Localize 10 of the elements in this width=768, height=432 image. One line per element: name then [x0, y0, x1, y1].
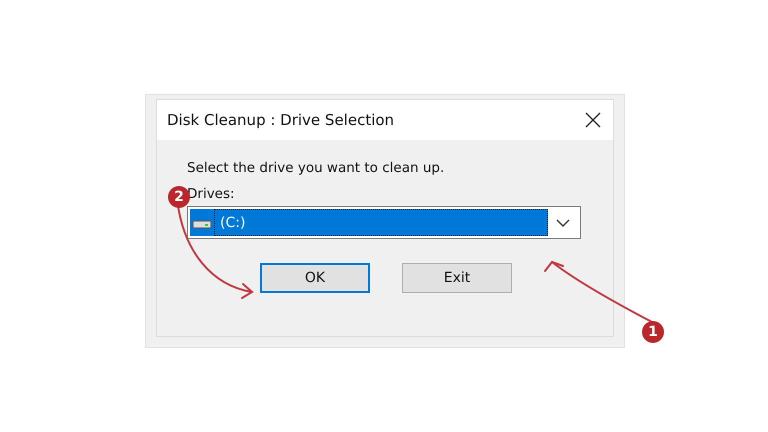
window-title: Disk Cleanup : Drive Selection	[167, 111, 394, 129]
drive-dropdown[interactable]: (C:)	[187, 206, 581, 239]
drive-icon	[190, 209, 214, 236]
exit-button[interactable]: Exit	[402, 263, 512, 293]
instruction-text: Select the drive you want to clean up.	[187, 160, 446, 176]
step-number-badge: 1	[642, 321, 664, 343]
chevron-icon[interactable]	[556, 218, 570, 228]
close-icon[interactable]	[585, 112, 601, 128]
drive-option[interactable]: (C:)	[214, 209, 548, 236]
ok-button[interactable]: OK	[260, 263, 370, 293]
